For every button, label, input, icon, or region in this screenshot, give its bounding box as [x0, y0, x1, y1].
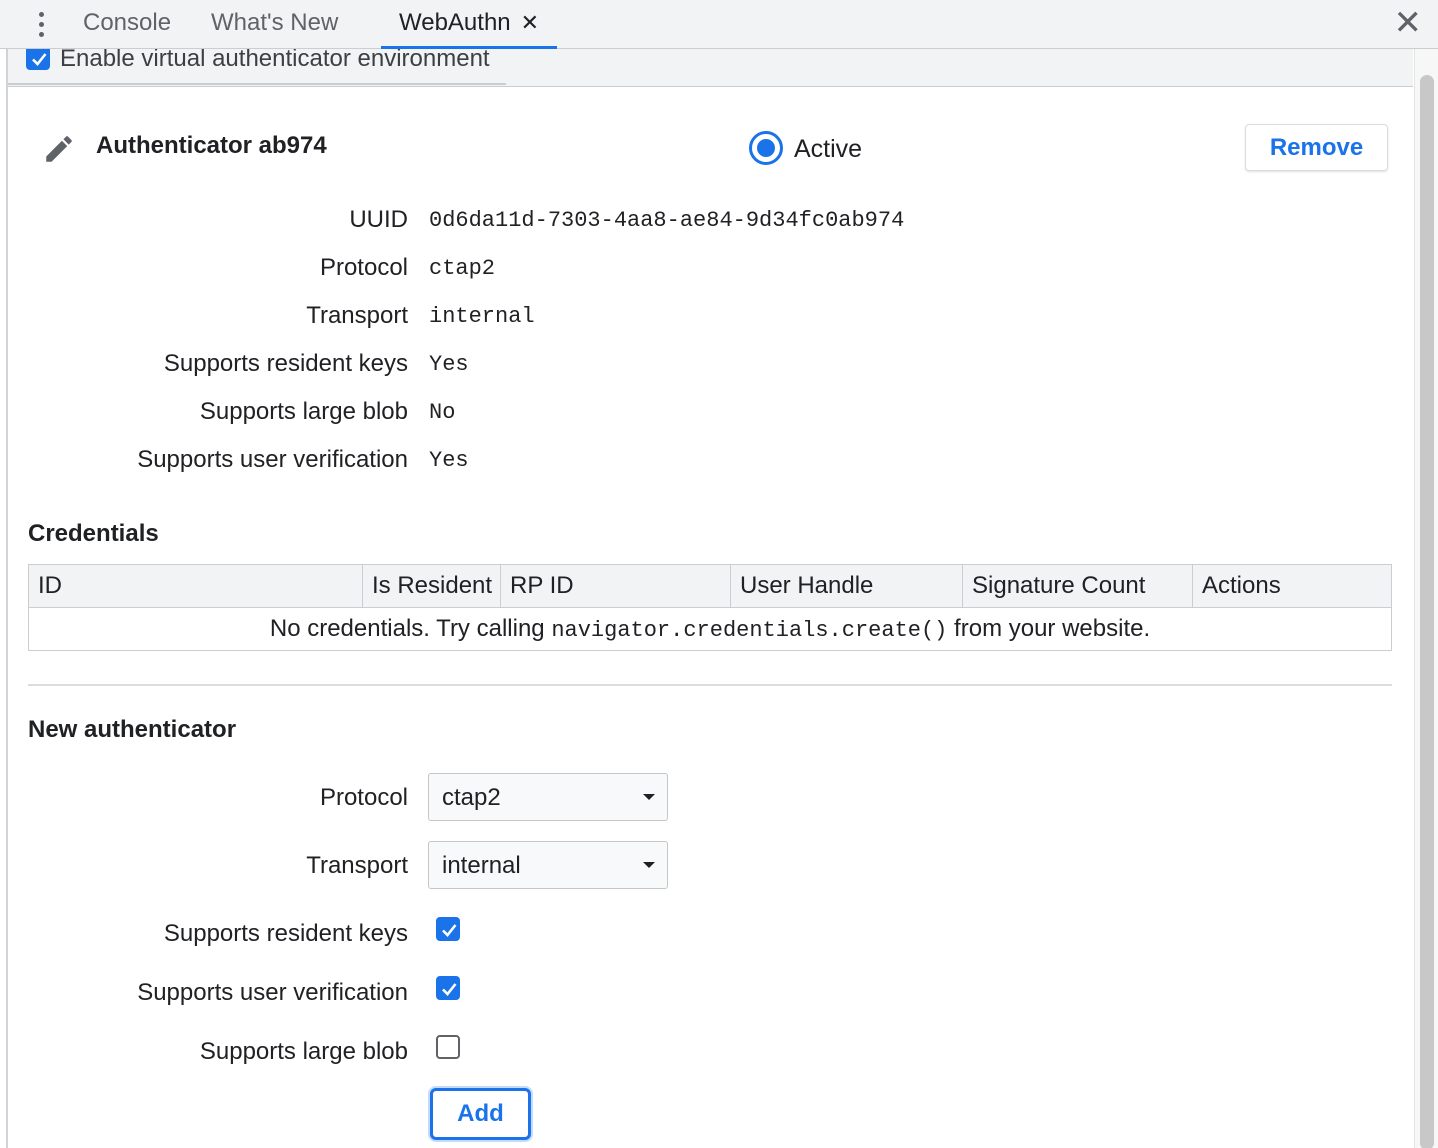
tab-label: What's New: [211, 9, 339, 36]
checkmark-icon: [32, 53, 47, 66]
large-blob-checkbox[interactable]: [436, 1035, 460, 1059]
checkmark-icon: [442, 924, 457, 937]
webauthn-toolbar: Enable virtual authenticator environment: [8, 49, 1413, 87]
active-label: Active: [794, 135, 863, 163]
tab-bar: Console What's New WebAuthn ✕ ✕: [0, 0, 1438, 49]
column-header-signature-count[interactable]: Signature Count: [963, 565, 1193, 607]
user-verification-label: Supports user verification: [137, 446, 408, 473]
transport-label: Transport: [306, 302, 408, 329]
close-panel-icon[interactable]: ✕: [1394, 6, 1423, 40]
transport-select-value: internal: [442, 852, 521, 879]
new-resident-keys-label: Supports resident keys: [163, 920, 408, 947]
protocol-select-value: ctap2: [442, 784, 501, 811]
vertical-scrollbar[interactable]: [1414, 49, 1438, 1148]
user-verification-value: Yes: [429, 448, 469, 473]
new-authenticator-title: New authenticator: [28, 716, 237, 743]
credentials-table-header: ID Is Resident RP ID User Handle Signatu…: [29, 565, 1391, 608]
credentials-empty-message: No credentials. Try calling navigator.cr…: [29, 608, 1391, 650]
scrollbar-thumb[interactable]: [1420, 75, 1434, 1148]
chevron-down-icon: [643, 862, 655, 868]
transport-value: internal: [429, 304, 535, 329]
column-header-actions[interactable]: Actions: [1193, 565, 1391, 607]
protocol-select[interactable]: ctap2: [428, 773, 668, 821]
resident-keys-label: Supports resident keys: [163, 350, 408, 377]
resident-keys-checkbox[interactable]: [436, 917, 460, 941]
chevron-down-icon: [643, 794, 655, 800]
uuid-label: UUID: [349, 206, 408, 233]
new-transport-label: Transport: [306, 852, 408, 879]
large-blob-value: No: [429, 400, 456, 425]
empty-message-prefix: No credentials. Try calling: [269, 615, 552, 642]
column-header-user-handle[interactable]: User Handle: [731, 565, 963, 607]
credentials-table: ID Is Resident RP ID User Handle Signatu…: [28, 564, 1392, 651]
enable-environment-label: Enable virtual authenticator environment: [60, 49, 490, 72]
tab-whats-new[interactable]: What's New: [211, 0, 338, 49]
column-header-id[interactable]: ID: [29, 565, 363, 607]
tab-label: Console: [83, 9, 172, 36]
more-vertical-icon[interactable]: [30, 8, 52, 40]
enable-environment-checkbox[interactable]: [26, 49, 50, 70]
resident-keys-value: Yes: [429, 352, 469, 377]
user-verification-checkbox[interactable]: [436, 976, 460, 1000]
transport-select[interactable]: internal: [428, 841, 668, 889]
pencil-icon[interactable]: [42, 132, 76, 166]
credentials-title: Credentials: [28, 520, 159, 547]
protocol-label: Protocol: [319, 254, 408, 281]
authenticator-name: Authenticator ab974: [96, 132, 327, 159]
uuid-value: 0d6da11d-7303-4aa8-ae84-9d34fc0ab974: [429, 208, 905, 233]
tab-label: WebAuthn: [399, 9, 511, 36]
new-user-verification-label: Supports user verification: [137, 979, 408, 1006]
protocol-value: ctap2: [429, 256, 496, 281]
tab-webauthn[interactable]: WebAuthn ✕: [381, 0, 558, 49]
large-blob-label: Supports large blob: [199, 398, 408, 425]
column-header-rp-id[interactable]: RP ID: [501, 565, 731, 607]
panel-left-border: [6, 49, 8, 1148]
checkmark-icon: [442, 983, 457, 996]
section-divider: [28, 684, 1392, 686]
empty-message-suffix: from your website.: [947, 615, 1151, 642]
add-button[interactable]: Add: [430, 1088, 531, 1140]
new-protocol-label: Protocol: [319, 784, 408, 811]
empty-message-code: navigator.credentials.create(): [551, 618, 948, 643]
active-radio[interactable]: [749, 131, 783, 165]
tab-console[interactable]: Console: [83, 0, 171, 49]
remove-button[interactable]: Remove: [1245, 124, 1388, 171]
close-icon[interactable]: ✕: [521, 0, 539, 46]
column-header-is-resident[interactable]: Is Resident: [363, 565, 501, 607]
toolbar-underline: [8, 83, 506, 85]
new-large-blob-label: Supports large blob: [199, 1038, 408, 1065]
